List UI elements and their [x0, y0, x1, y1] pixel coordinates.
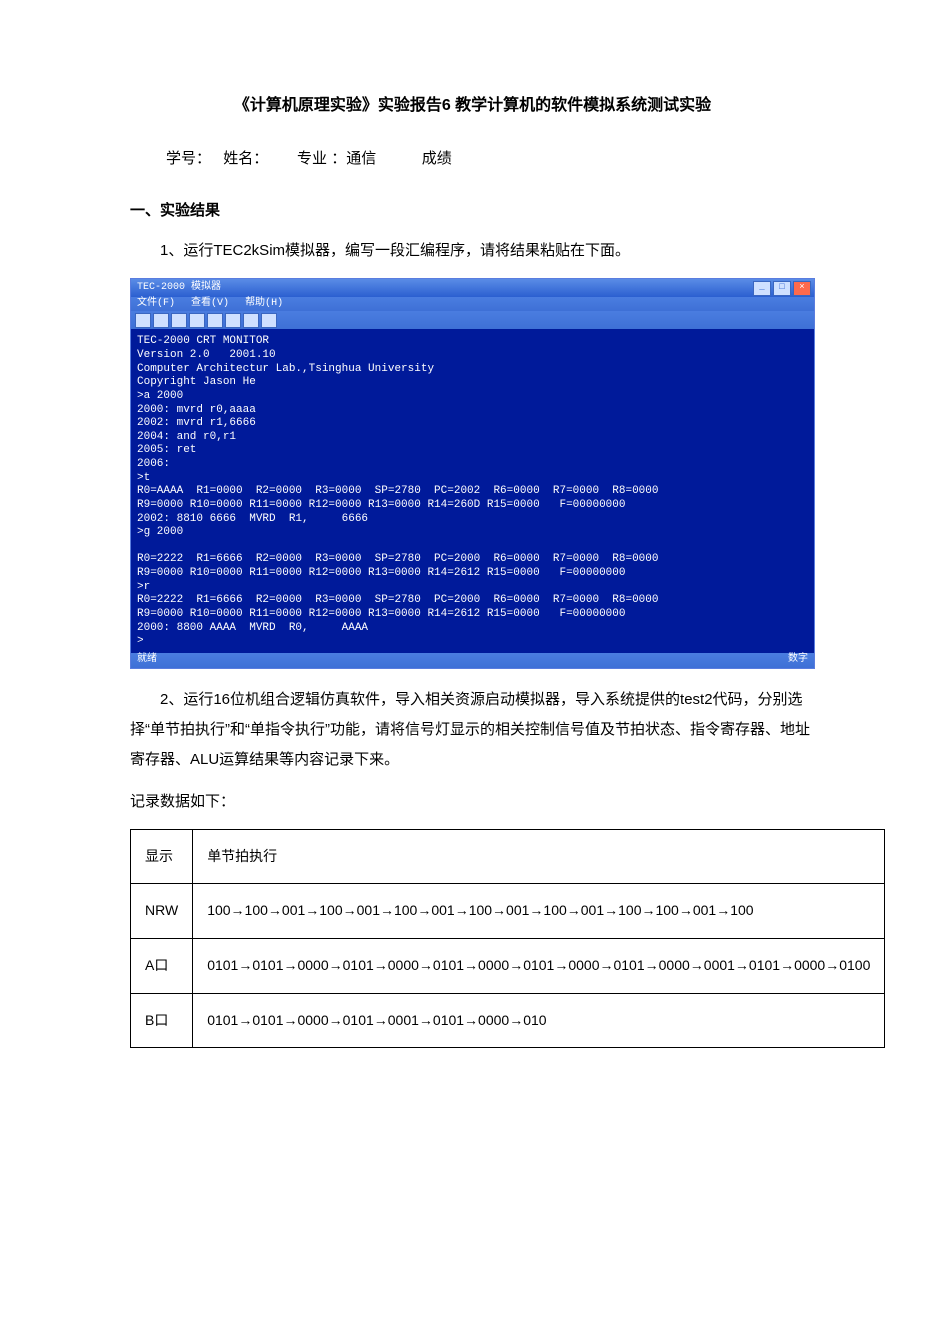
- toolbar-button-1[interactable]: [135, 313, 151, 328]
- cell-NRW-value: 100→100→001→100→001→100→001→100→001→100→…: [193, 884, 885, 939]
- table-row: NRW 100→100→001→100→001→100→001→100→001→…: [131, 884, 885, 939]
- menu-help[interactable]: 帮助(H): [245, 298, 283, 309]
- close-button[interactable]: ×: [793, 281, 811, 296]
- maximize-button[interactable]: □: [773, 281, 791, 296]
- minimize-button[interactable]: _: [753, 281, 771, 296]
- toolbar-button-2[interactable]: [153, 313, 169, 328]
- student-info: 学号： 姓名： 专业 ：通信 成绩: [166, 144, 815, 174]
- window-title: TEC-2000 模拟器: [137, 282, 221, 294]
- table-row: A口 0101→0101→0000→0101→0000→0101→0000→01…: [131, 938, 885, 993]
- cell-B-label: B口: [131, 993, 193, 1048]
- section-1-heading: 一、实验结果: [130, 196, 815, 226]
- menu-bar: 文件(F) 查看(V) 帮助(H): [131, 297, 814, 311]
- paragraph-2: 2、运行16位机组合逻辑仿真软件，导入相关资源启动模拟器，导入系统提供的test…: [130, 685, 815, 775]
- toolbar-button-8[interactable]: [261, 313, 277, 328]
- col-header-display: 显示: [131, 829, 193, 884]
- major-label: 专业 ：通信: [297, 150, 376, 167]
- window-control-buttons: _ □ ×: [753, 281, 811, 296]
- table-header-row: 显示 单节拍执行: [131, 829, 885, 884]
- report-title: 《计算机原理实验》实验报告6 教学计算机的软件模拟系统测试实验: [130, 90, 815, 122]
- cell-A-label: A口: [131, 938, 193, 993]
- toolbar: [131, 311, 814, 329]
- terminal-output: TEC-2000 CRT MONITOR Version 2.0 2001.10…: [131, 329, 814, 652]
- document-page: 《计算机原理实验》实验报告6 教学计算机的软件模拟系统测试实验 学号： 姓名： …: [0, 0, 945, 1108]
- student-name-label: 姓名：: [223, 150, 268, 167]
- toolbar-button-3[interactable]: [171, 313, 187, 328]
- col-header-single-cycle: 单节拍执行: [193, 829, 885, 884]
- paragraph-3: 记录数据如下：: [130, 787, 815, 817]
- cell-NRW-label: NRW: [131, 884, 193, 939]
- status-bar: 就绪 数字: [131, 653, 814, 668]
- cell-A-value: 0101→0101→0000→0101→0000→0101→0000→0101→…: [193, 938, 885, 993]
- signal-table: 显示 单节拍执行 NRW 100→100→001→100→001→100→001…: [130, 829, 885, 1048]
- cell-B-value: 0101→0101→0000→0101→0001→0101→0000→010: [193, 993, 885, 1048]
- toolbar-button-4[interactable]: [189, 313, 205, 328]
- toolbar-button-6[interactable]: [225, 313, 241, 328]
- score-label: 成绩: [422, 150, 452, 167]
- toolbar-button-5[interactable]: [207, 313, 223, 328]
- tec2ksim-window: TEC-2000 模拟器 _ □ × 文件(F) 查看(V) 帮助(H) TEC…: [130, 278, 815, 669]
- status-left: 就绪: [137, 654, 157, 666]
- paragraph-1: 1、运行TEC2kSim模拟器，编写一段汇编程序，请将结果粘贴在下面。: [130, 236, 815, 266]
- student-id-label: 学号：: [166, 150, 211, 167]
- table-row: B口 0101→0101→0000→0101→0001→0101→0000→01…: [131, 993, 885, 1048]
- toolbar-button-7[interactable]: [243, 313, 259, 328]
- menu-file[interactable]: 文件(F): [137, 298, 175, 309]
- window-titlebar: TEC-2000 模拟器 _ □ ×: [131, 279, 814, 297]
- status-right: 数字: [788, 654, 808, 666]
- menu-view[interactable]: 查看(V): [191, 298, 229, 309]
